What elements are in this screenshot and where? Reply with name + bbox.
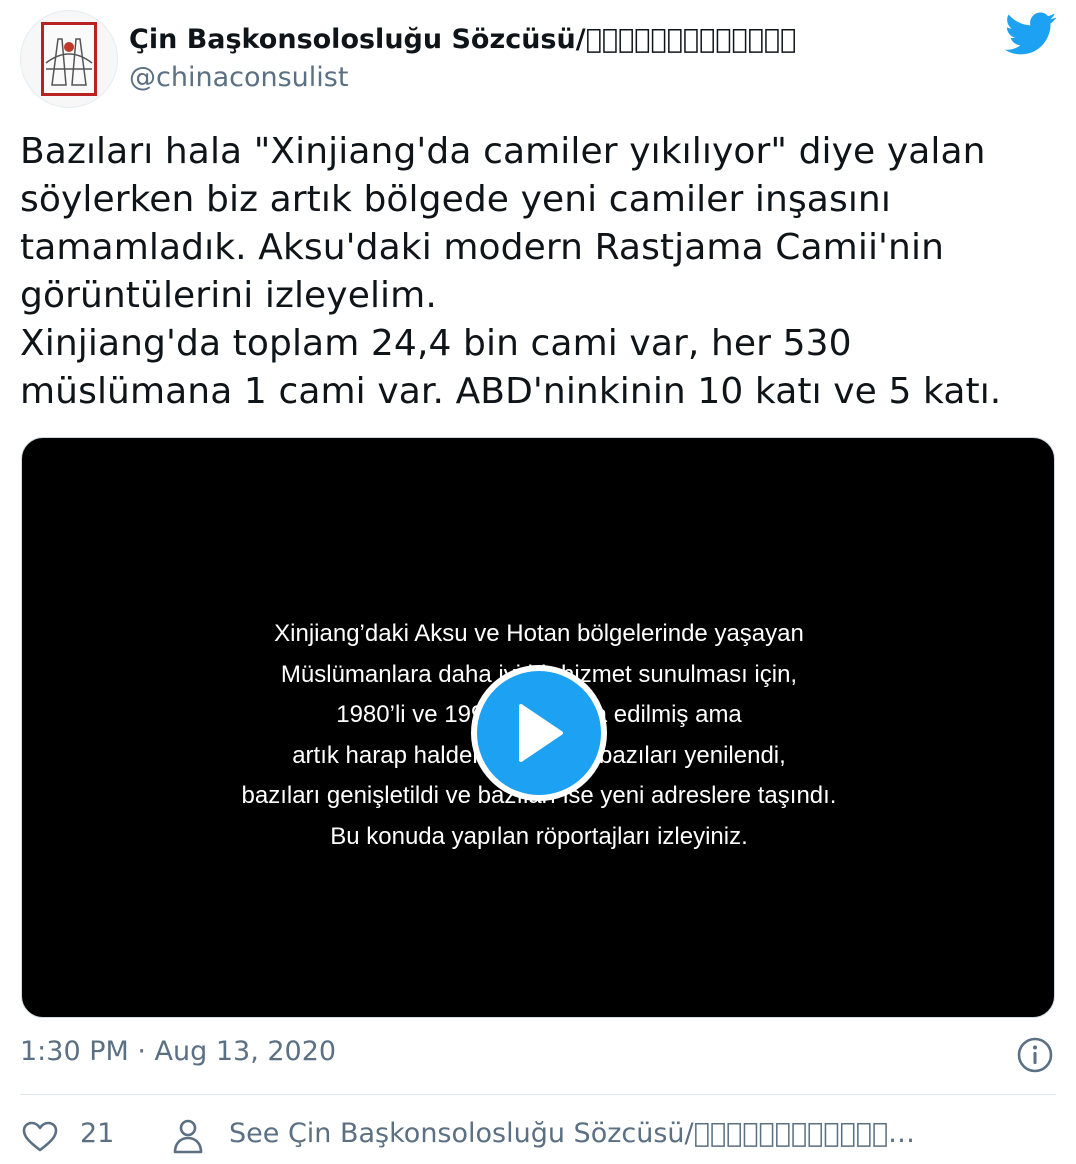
caption-line: Bu konuda yapılan röportajları izleyiniz… (330, 822, 748, 850)
like-count[interactable]: 21 (80, 1118, 114, 1149)
see-profile-link[interactable]: See Çin Başkonsolosluğu Sözcüsü/􏰀􏰁􏰂􏰃􏰄􏰅􏰆􏰇… (229, 1118, 1019, 1149)
author-avatar[interactable] (20, 10, 118, 108)
play-button[interactable] (471, 665, 607, 801)
caption-line: Xinjiang’daki Aksu ve Hotan bölgelerinde… (274, 620, 804, 647)
play-icon (519, 704, 563, 762)
tweet-text: Bazıları hala "Xinjiang'da camiler yıkıl… (20, 131, 1002, 412)
divider (20, 1094, 1056, 1095)
consulate-logo-icon (41, 22, 97, 96)
author-handle[interactable]: @chinaconsulist (129, 62, 348, 93)
author-name[interactable]: Çin Başkonsolosluğu Sözcüsü/􏰀􏰁􏰂􏰃􏰄􏰅􏰆􏰇􏰈􏰉􏰊􏰋… (129, 24, 796, 55)
tweet-timestamp[interactable]: 1:30 PM · Aug 13, 2020 (20, 1036, 336, 1067)
heart-icon[interactable] (22, 1121, 58, 1153)
person-icon[interactable] (172, 1118, 204, 1154)
twitter-bird-icon[interactable] (1005, 12, 1057, 56)
video-player[interactable]: Xinjiang’daki Aksu ve Hotan bölgelerinde… (21, 437, 1055, 1018)
info-icon[interactable] (1016, 1036, 1054, 1074)
